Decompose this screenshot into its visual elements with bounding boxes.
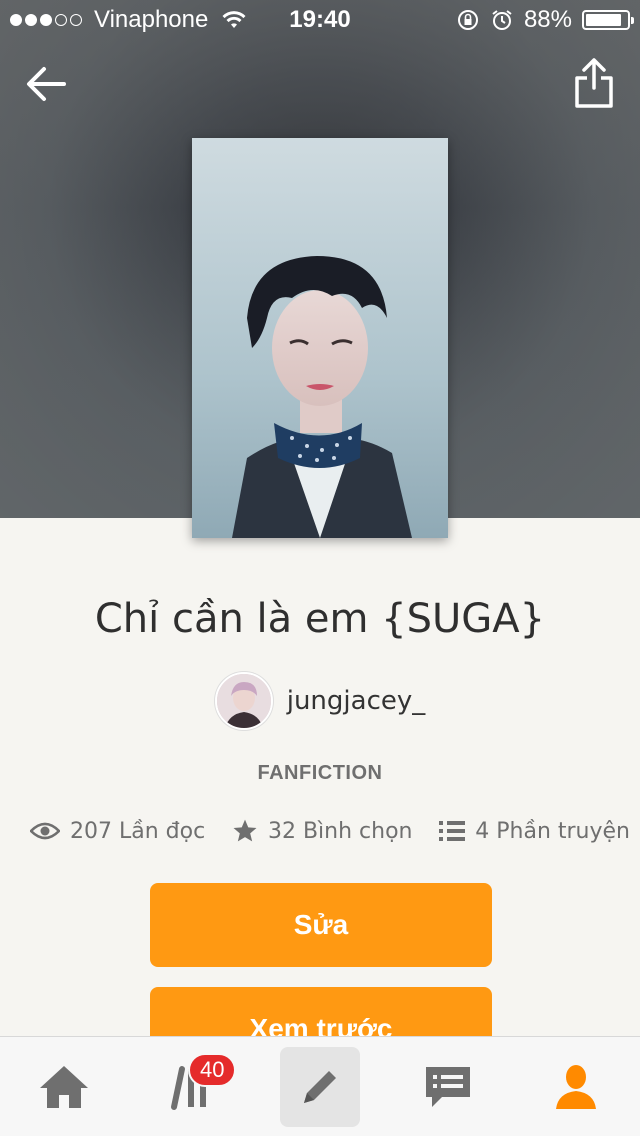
library-badge: 40 <box>188 1052 237 1087</box>
author-row[interactable]: jungjacey_ <box>0 672 640 730</box>
alarm-icon <box>492 10 512 30</box>
battery-percent: 88% <box>523 6 572 33</box>
messages-icon <box>426 1066 470 1107</box>
status-bar: Vinaphone 19:40 88% <box>0 0 640 40</box>
cover-portrait <box>192 138 448 538</box>
author-name[interactable]: jungjacey_ <box>287 686 426 716</box>
reads-stat: 207 Lần đọc <box>30 819 205 844</box>
profile-icon <box>556 1064 596 1109</box>
tab-home[interactable] <box>24 1047 104 1127</box>
tab-messages[interactable] <box>408 1047 488 1127</box>
status-right: 88% <box>456 6 634 34</box>
story-cover-image[interactable] <box>192 138 448 538</box>
avatar[interactable] <box>214 672 273 730</box>
bottom-tab-bar: 40 <box>0 1036 640 1136</box>
story-details: Chỉ cần là em {SUGA} jungjacey_ FANFICTI… <box>0 518 640 1071</box>
star-icon <box>233 819 257 842</box>
status-left: Vinaphone <box>10 6 270 34</box>
signal-strength <box>10 14 82 26</box>
tab-library[interactable]: 40 <box>152 1047 237 1127</box>
home-icon <box>40 1065 88 1108</box>
pencil-icon <box>304 1070 336 1103</box>
edit-button[interactable]: Sửa <box>150 883 492 967</box>
votes-stat: 32 Bình chọn <box>232 818 413 844</box>
share-icon[interactable] <box>572 56 616 112</box>
list-icon <box>439 821 466 841</box>
story-category[interactable]: FANFICTION <box>0 762 640 785</box>
carrier-name: Vinaphone <box>94 6 209 33</box>
wifi-icon <box>222 11 246 28</box>
story-stats: 207 Lần đọc 32 Bình chọn 4 Phần truyện <box>30 818 630 844</box>
reads-count: 207 Lần đọc <box>70 818 206 844</box>
back-arrow-icon[interactable] <box>22 60 70 108</box>
battery-level <box>586 14 622 26</box>
votes-count: 32 Bình chọn <box>267 818 413 844</box>
rotation-lock-icon <box>457 10 478 30</box>
eye-icon <box>30 822 60 840</box>
tab-write[interactable] <box>280 1046 360 1127</box>
story-title: Chỉ cần là em {SUGA} <box>94 596 546 642</box>
avatar-image <box>216 674 271 728</box>
parts-stat: 4 Phần truyện <box>439 819 630 844</box>
battery-icon <box>582 10 634 30</box>
tab-profile[interactable] <box>536 1047 616 1127</box>
parts-count: 4 Phần truyện <box>475 818 630 844</box>
